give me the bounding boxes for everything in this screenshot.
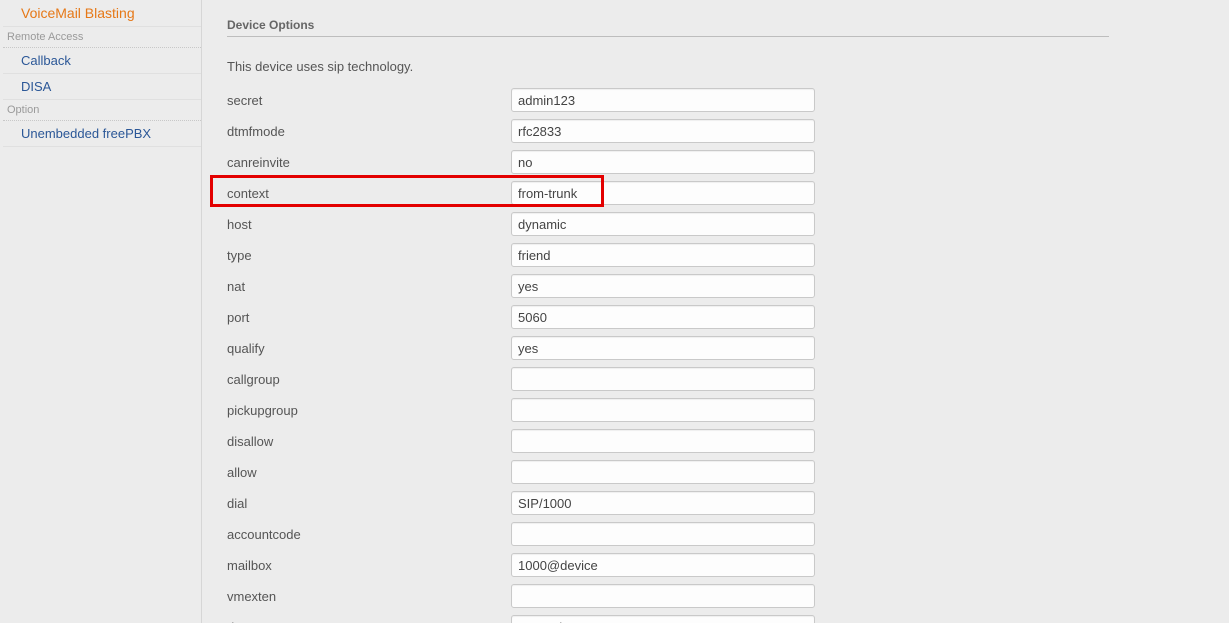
row-nat: nat xyxy=(227,274,1109,298)
label-dial: dial xyxy=(227,496,511,511)
input-nat[interactable] xyxy=(511,274,815,298)
nav-disa[interactable]: DISA xyxy=(3,74,201,100)
label-pickupgroup: pickupgroup xyxy=(227,403,511,418)
nav-callback[interactable]: Callback xyxy=(3,48,201,74)
section-title-device-options: Device Options xyxy=(227,18,1109,37)
sidebar: VoiceMail Blasting Remote Access Callbac… xyxy=(3,0,201,147)
row-host: host xyxy=(227,212,1109,236)
content-area: Device Options This device uses sip tech… xyxy=(227,0,1229,623)
row-dtmfmode: dtmfmode xyxy=(227,119,1109,143)
input-accountcode[interactable] xyxy=(511,522,815,546)
input-deny[interactable] xyxy=(511,615,815,623)
label-disallow: disallow xyxy=(227,434,511,449)
label-dtmfmode: dtmfmode xyxy=(227,124,511,139)
label-type: type xyxy=(227,248,511,263)
label-allow: allow xyxy=(227,465,511,480)
label-canreinvite: canreinvite xyxy=(227,155,511,170)
input-context[interactable] xyxy=(511,181,815,205)
label-port: port xyxy=(227,310,511,325)
row-vmexten: vmexten xyxy=(227,584,1109,608)
input-pickupgroup[interactable] xyxy=(511,398,815,422)
label-callgroup: callgroup xyxy=(227,372,511,387)
row-pickupgroup: pickupgroup xyxy=(227,398,1109,422)
nav-unembedded-freepbx[interactable]: Unembedded freePBX xyxy=(3,121,201,147)
row-port: port xyxy=(227,305,1109,329)
label-secret: secret xyxy=(227,93,511,108)
device-options-form: secret dtmfmode canreinvite context host type… xyxy=(227,88,1109,623)
nav-voicemail-blasting[interactable]: VoiceMail Blasting xyxy=(3,0,201,27)
row-accountcode: accountcode xyxy=(227,522,1109,546)
input-dtmfmode[interactable] xyxy=(511,119,815,143)
label-nat: nat xyxy=(227,279,511,294)
input-qualify[interactable] xyxy=(511,336,815,360)
row-dial: dial xyxy=(227,491,1109,515)
input-dial[interactable] xyxy=(511,491,815,515)
row-qualify: qualify xyxy=(227,336,1109,360)
row-mailbox: mailbox xyxy=(227,553,1109,577)
input-disallow[interactable] xyxy=(511,429,815,453)
label-accountcode: accountcode xyxy=(227,527,511,542)
input-mailbox[interactable] xyxy=(511,553,815,577)
vertical-divider xyxy=(201,0,202,623)
input-vmexten[interactable] xyxy=(511,584,815,608)
label-deny: deny xyxy=(227,620,511,623)
input-port[interactable] xyxy=(511,305,815,329)
label-mailbox: mailbox xyxy=(227,558,511,573)
input-canreinvite[interactable] xyxy=(511,150,815,174)
input-host[interactable] xyxy=(511,212,815,236)
input-callgroup[interactable] xyxy=(511,367,815,391)
nav-header-remote-access: Remote Access xyxy=(3,27,201,48)
label-context: context xyxy=(227,186,511,201)
sip-technology-note: This device uses sip technology. xyxy=(227,59,1109,74)
row-context: context xyxy=(227,181,1109,205)
input-type[interactable] xyxy=(511,243,815,267)
label-vmexten: vmexten xyxy=(227,589,511,604)
label-qualify: qualify xyxy=(227,341,511,356)
row-canreinvite: canreinvite xyxy=(227,150,1109,174)
row-allow: allow xyxy=(227,460,1109,484)
nav-header-option: Option xyxy=(3,100,201,121)
row-callgroup: callgroup xyxy=(227,367,1109,391)
row-disallow: disallow xyxy=(227,429,1109,453)
label-host: host xyxy=(227,217,511,232)
row-secret: secret xyxy=(227,88,1109,112)
input-allow[interactable] xyxy=(511,460,815,484)
input-secret[interactable] xyxy=(511,88,815,112)
row-type: type xyxy=(227,243,1109,267)
row-deny: deny xyxy=(227,615,1109,623)
